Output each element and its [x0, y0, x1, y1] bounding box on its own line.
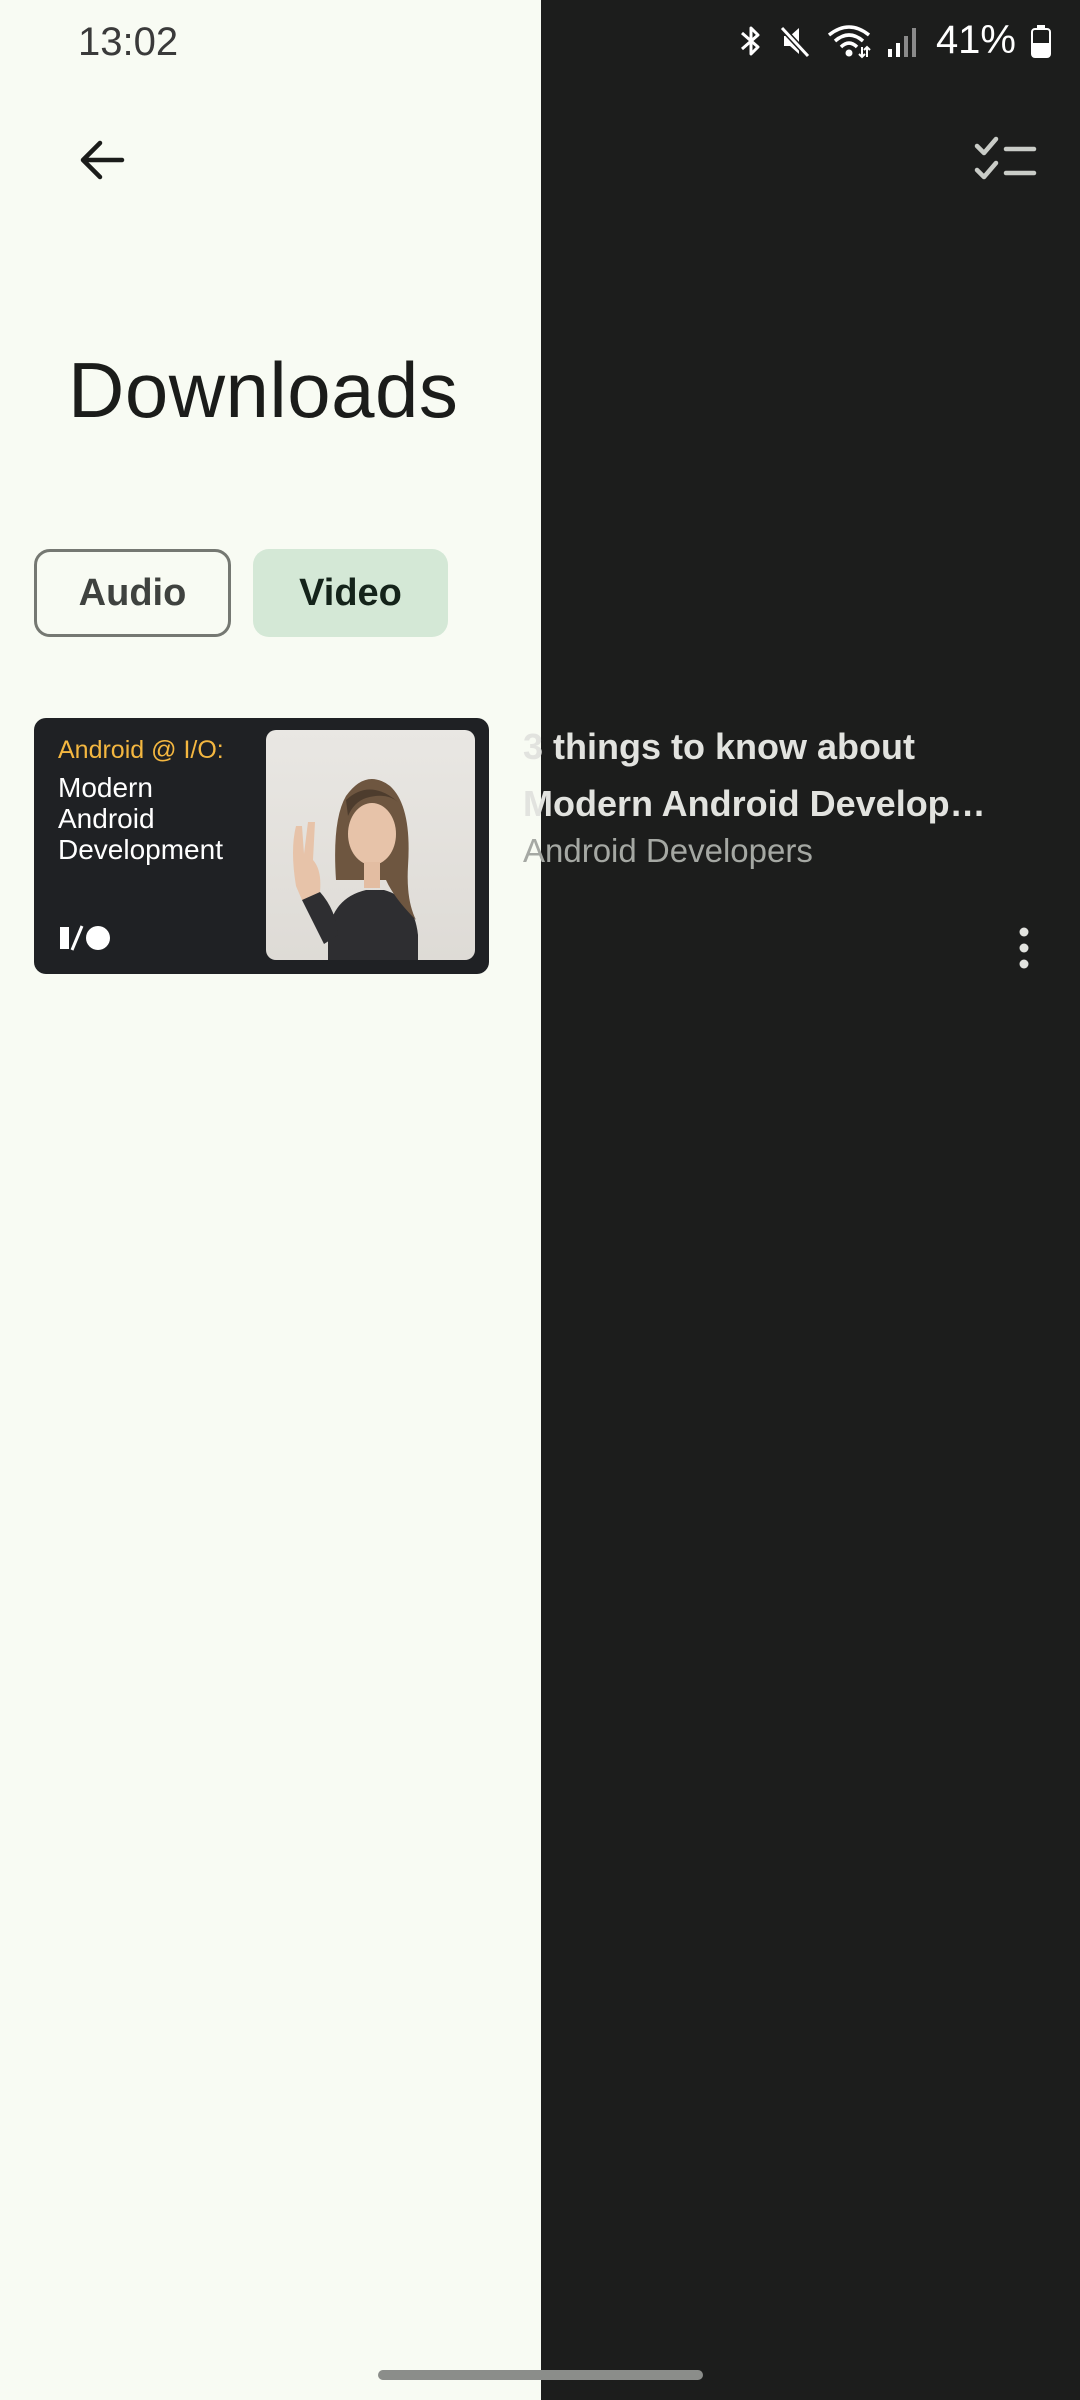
io-logo-icon [58, 922, 118, 954]
battery-percent: 41% [935, 18, 1016, 62]
thumbnail-headline: Modern Android Development [58, 772, 223, 865]
checklist-icon [974, 135, 1038, 190]
download-item[interactable]: Android @ I/O: Modern Android Developmen… [34, 718, 1064, 974]
page-title: Downloads [68, 346, 459, 434]
video-title-line-1: 3 things to know about [523, 726, 915, 767]
select-items-button[interactable] [968, 130, 1044, 194]
back-button[interactable] [70, 130, 134, 194]
chip-audio[interactable]: Audio [34, 549, 231, 637]
channel-name: Android Developers [523, 832, 813, 869]
filter-chips: Audio Video [34, 549, 448, 637]
video-title[interactable]: 3 things to know about Modern Android De… [523, 718, 1023, 832]
gesture-navigation-bar[interactable] [378, 2370, 703, 2380]
status-icons: 41% [738, 18, 1052, 63]
presenter-photo [266, 730, 475, 960]
chip-video[interactable]: Video [253, 549, 448, 637]
battery-icon [1030, 23, 1052, 59]
arrow-back-icon [76, 134, 128, 191]
wifi-icon [826, 23, 872, 59]
dark-pane [541, 0, 1080, 2400]
bluetooth-icon [738, 23, 764, 59]
thumbnail-tag: Android @ I/O: [58, 736, 224, 764]
more-vert-icon [1017, 926, 1031, 975]
signal-icon [886, 23, 918, 59]
more-options-button[interactable] [1002, 918, 1046, 982]
video-title-line-2: Modern Android Develop… [523, 783, 986, 824]
video-thumbnail[interactable]: Android @ I/O: Modern Android Developmen… [34, 718, 489, 974]
mute-icon [778, 23, 812, 59]
status-time: 13:02 [78, 20, 179, 64]
